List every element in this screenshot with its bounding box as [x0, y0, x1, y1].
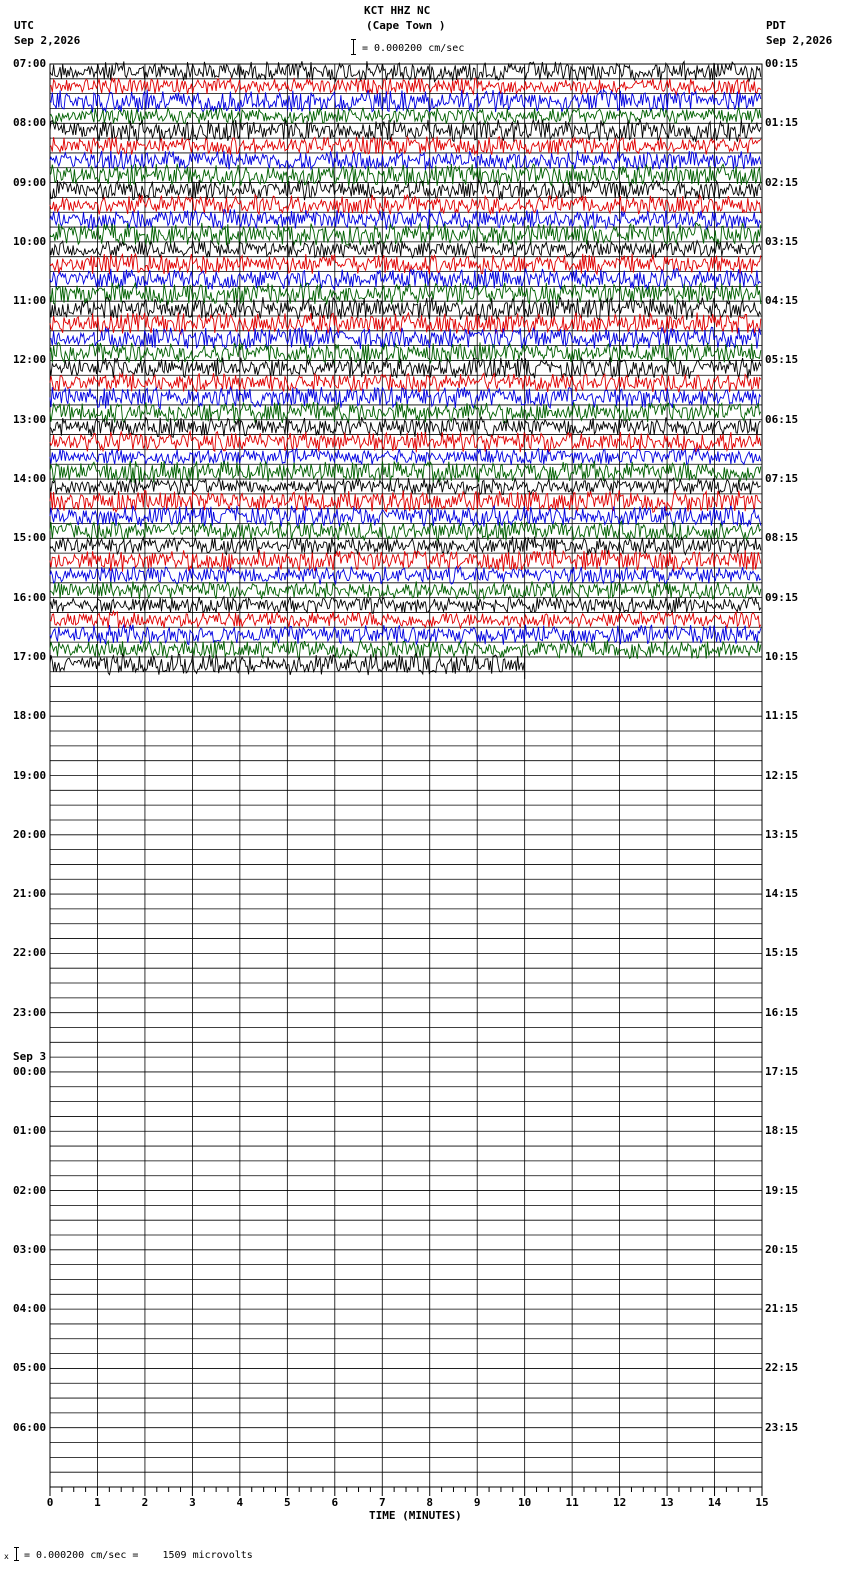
seismic-trace — [49, 163, 762, 189]
seismic-trace — [49, 76, 762, 96]
x-tick-label: 1 — [94, 1496, 101, 1509]
seismic-trace — [49, 609, 762, 630]
x-tick-label: 15 — [755, 1496, 768, 1509]
seismic-trace — [49, 447, 762, 466]
footer-scale-note: = 0.000200 cm/sec = 1509 microvolts — [24, 1550, 253, 1561]
seismic-trace — [49, 595, 762, 615]
footer-scale-icon: x — [4, 1546, 20, 1562]
x-tick-label: 10 — [518, 1496, 531, 1509]
x-tick-label: 8 — [426, 1496, 433, 1509]
seismic-trace — [49, 476, 761, 496]
seismic-trace — [49, 193, 762, 216]
seismic-trace — [49, 565, 762, 586]
seismic-trace — [49, 105, 762, 125]
x-tick-label: 14 — [708, 1496, 722, 1509]
svg-text:x: x — [4, 1552, 9, 1561]
x-tick-label: 6 — [331, 1496, 338, 1509]
x-axis-title: TIME (MINUTES) — [369, 1509, 462, 1522]
x-tick-label: 2 — [142, 1496, 149, 1509]
seismic-trace — [49, 639, 762, 660]
seismic-trace — [49, 520, 762, 543]
x-tick-label: 7 — [379, 1496, 386, 1509]
helicorder-plot: 0 1 2 3 4 5 6 7 8 9 10 11 12 13 14 15 — [47, 60, 769, 1509]
x-tick-label: 13 — [660, 1496, 673, 1509]
seismic-trace — [49, 580, 762, 601]
seismic-trace — [49, 239, 762, 260]
x-tick-label: 5 — [284, 1496, 291, 1509]
x-tick-label: 11 — [566, 1496, 580, 1509]
x-tick-label: 3 — [189, 1496, 196, 1509]
seismic-trace — [49, 221, 762, 247]
x-tick-label: 12 — [613, 1496, 626, 1509]
seismic-trace — [49, 135, 762, 156]
x-tick-label: 4 — [237, 1496, 244, 1509]
x-tick-label: 0 — [47, 1496, 54, 1509]
seismic-trace — [49, 118, 762, 143]
x-tick-label: 9 — [474, 1496, 481, 1509]
